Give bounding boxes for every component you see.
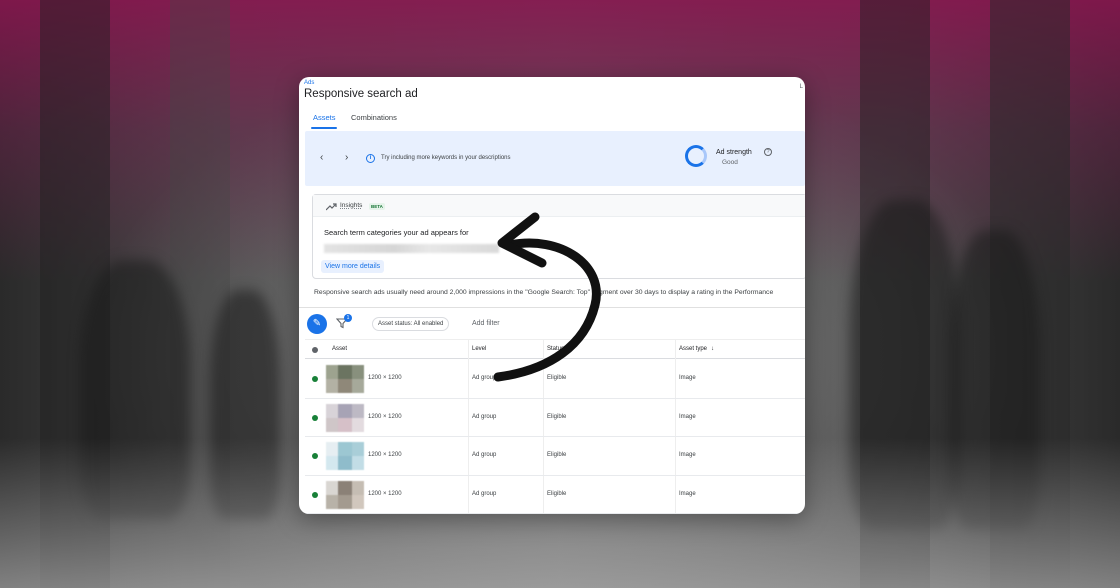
- tab-assets[interactable]: Assets: [313, 113, 336, 122]
- ad-strength-label: Ad strength: [716, 149, 752, 156]
- active-tab-indicator: [311, 127, 337, 129]
- sort-arrow-down-icon[interactable]: ↓: [711, 346, 714, 352]
- asset-thumbnail[interactable]: [326, 442, 364, 470]
- tip-text: Try including more keywords in your desc…: [381, 155, 511, 161]
- asset-type: Image: [679, 375, 696, 381]
- filter-count-badge: 1: [344, 314, 352, 322]
- tab-combinations[interactable]: Combinations: [351, 113, 397, 122]
- insights-label[interactable]: Insights: [340, 202, 362, 209]
- asset-status: Eligible: [547, 452, 567, 458]
- corner-text: L: [799, 84, 803, 90]
- asset-status-filter-chip[interactable]: Asset status: All enabled: [372, 317, 450, 331]
- breadcrumb[interactable]: Ads: [304, 80, 314, 86]
- asset-dimensions: 1200 × 1200: [368, 375, 402, 381]
- asset-type: Image: [679, 413, 696, 420]
- view-more-details-button[interactable]: View more details: [321, 260, 385, 273]
- table-row[interactable]: 1200 × 1200 Ad group Eligible Image: [305, 399, 805, 437]
- asset-thumbnail[interactable]: [326, 480, 364, 509]
- asset-level: Ad group: [472, 452, 497, 458]
- asset-status: Eligible: [547, 490, 567, 497]
- ad-strength-value: Good: [722, 159, 738, 166]
- table-row[interactable]: 1200 × 1200 Ad group Eligible Image: [305, 437, 805, 476]
- asset-dimensions: 1200 × 1200: [368, 452, 402, 458]
- chevron-left-icon[interactable]: ‹: [320, 152, 323, 163]
- column-header-level[interactable]: Level: [472, 346, 486, 352]
- asset-level: Ad group: [472, 413, 497, 420]
- trending-up-icon: [326, 203, 337, 211]
- tab-bar: Assets Combinations: [299, 111, 805, 131]
- asset-type: Image: [679, 490, 696, 497]
- info-icon: i: [366, 154, 375, 163]
- edit-button[interactable]: ✎: [307, 314, 327, 334]
- chevron-right-icon[interactable]: ›: [345, 152, 348, 163]
- asset-level: Ad group: [472, 490, 497, 497]
- column-header-asset-type[interactable]: Asset type: [679, 346, 707, 352]
- status-column-icon: [312, 347, 318, 353]
- redacted-categories: [324, 244, 499, 253]
- asset-thumbnail[interactable]: [326, 403, 364, 432]
- beta-badge: BETA: [369, 203, 385, 210]
- page-title: Responsive search ad: [304, 88, 418, 100]
- table-row[interactable]: 1200 × 1200 Ad group Eligible Image: [305, 476, 805, 514]
- ad-strength-panel: ‹ › i Try including more keywords in you…: [305, 131, 805, 186]
- hand-drawn-arrow: [493, 212, 601, 382]
- asset-dimensions: 1200 × 1200: [368, 413, 402, 420]
- asset-dimensions: 1200 × 1200: [368, 490, 402, 497]
- asset-thumbnail[interactable]: [326, 365, 364, 393]
- insights-heading: Search term categories your ad appears f…: [324, 228, 469, 237]
- enabled-status-icon: [312, 414, 318, 421]
- ad-strength-gauge: [685, 145, 707, 167]
- enabled-status-icon: [312, 376, 318, 382]
- help-icon[interactable]: ?: [764, 148, 772, 156]
- enabled-status-icon: [312, 491, 318, 498]
- asset-type: Image: [679, 452, 696, 458]
- enabled-status-icon: [312, 453, 318, 459]
- asset-status: Eligible: [547, 413, 567, 420]
- column-header-asset[interactable]: Asset: [332, 346, 347, 352]
